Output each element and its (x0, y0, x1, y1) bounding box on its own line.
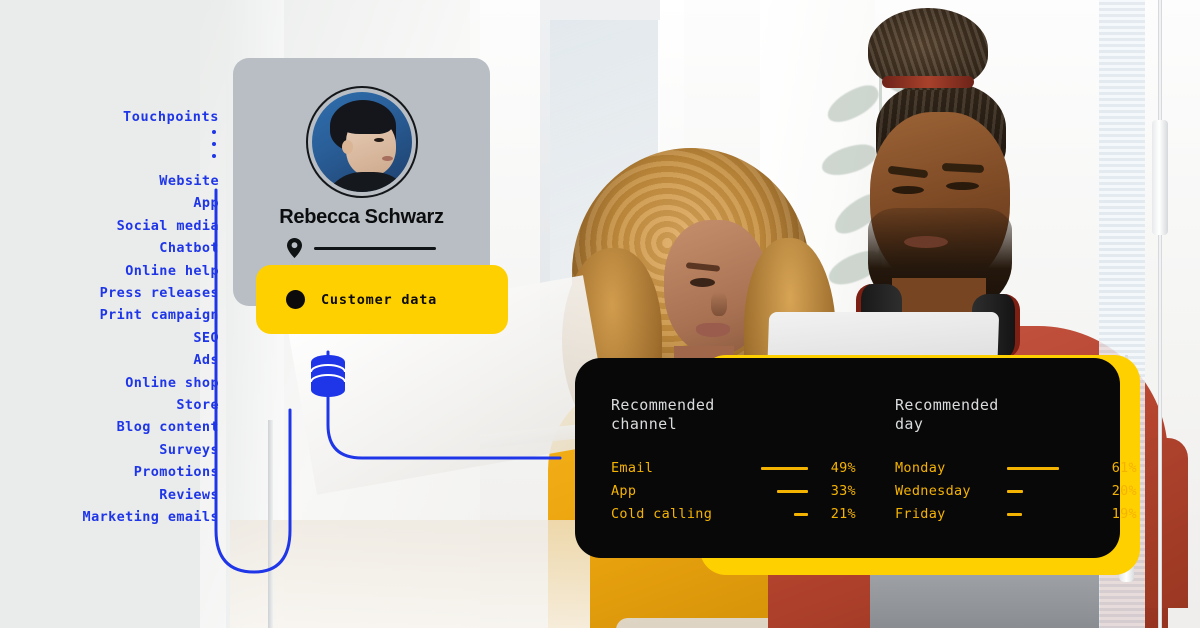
filled-circle-icon (286, 290, 305, 309)
screenshot-canvas: Touchpoints Website App Social media Cha… (0, 0, 1200, 628)
recommended-channel-heading: Recommended channel (611, 396, 715, 433)
touchpoint-item[interactable]: Press releases (0, 282, 222, 304)
recommended-day-column: Recommended day Monday 61% Wednesday 20%… (856, 396, 1137, 522)
ellipsis-dot (212, 142, 216, 146)
touchpoint-item[interactable]: Website (0, 170, 222, 192)
day-value: 20% (1111, 483, 1137, 499)
avatar-ring (305, 86, 418, 198)
channel-bar (794, 512, 808, 516)
day-label: Friday (895, 506, 946, 522)
customer-location-redacted (314, 246, 436, 250)
touchpoint-item[interactable]: Blog content (0, 416, 222, 438)
recommended-channel-rows: Email 49% App 33% Cold calling 21% (611, 460, 856, 522)
map-pin-icon (287, 238, 302, 258)
channel-bar-track (736, 466, 808, 470)
customer-location-row (233, 238, 490, 258)
channel-label: Email (611, 460, 654, 476)
day-bar-track (1007, 489, 1089, 493)
day-bar (1007, 512, 1022, 516)
channel-bar-track (736, 512, 808, 516)
avatar (311, 92, 412, 192)
touchpoint-item[interactable]: Store (0, 394, 222, 416)
ellipsis-dot (212, 154, 216, 158)
touchpoints-panel: Touchpoints Website App Social media Cha… (0, 108, 222, 529)
connector-db-to-panel-path (326, 350, 562, 460)
customer-data-pill[interactable]: Customer data (256, 265, 508, 334)
day-row: Monday 61% (895, 460, 1137, 476)
touchpoint-item[interactable]: Marketing emails (0, 506, 222, 528)
day-label: Monday (895, 460, 946, 476)
day-bar (1007, 466, 1059, 470)
touchpoints-ellipsis (0, 130, 222, 158)
touchpoints-list: Website App Social media Chatbot Online … (0, 170, 222, 529)
channel-value: 21% (830, 506, 856, 522)
recommended-day-heading: Recommended day (895, 396, 999, 433)
touchpoint-item[interactable]: Print campaign (0, 304, 222, 326)
day-value: 61% (1111, 460, 1137, 476)
touchpoint-item[interactable]: Ads (0, 349, 222, 371)
recommended-day-rows: Monday 61% Wednesday 20% Friday 19% (895, 460, 1137, 522)
channel-bar-track (736, 489, 808, 493)
touchpoint-item[interactable]: Social media (0, 215, 222, 237)
day-label: Wednesday (895, 483, 971, 499)
day-bar-track (1007, 512, 1089, 516)
day-row: Wednesday 20% (895, 483, 1137, 499)
touchpoint-item[interactable]: App (0, 192, 222, 214)
touchpoint-item[interactable]: Online shop (0, 372, 222, 394)
day-value: 19% (1111, 506, 1137, 522)
channel-row: Cold calling 21% (611, 506, 856, 522)
touchpoints-title: Touchpoints (122, 109, 219, 125)
ellipsis-dot (212, 130, 216, 134)
touchpoint-item[interactable]: SEO (0, 327, 222, 349)
touchpoint-item[interactable]: Chatbot (0, 237, 222, 259)
channel-row: App 33% (611, 483, 856, 499)
channel-label: App (611, 483, 637, 499)
recommended-channel-column: Recommended channel Email 49% App 33% Co… (575, 396, 856, 522)
recommendations-panel: Recommended channel Email 49% App 33% Co… (575, 358, 1137, 558)
touchpoint-item[interactable]: Promotions (0, 461, 222, 483)
channel-bar (761, 466, 808, 470)
touchpoint-item[interactable]: Surveys (0, 439, 222, 461)
touchpoint-item[interactable]: Online help (0, 260, 222, 282)
day-bar-track (1007, 466, 1089, 470)
day-row: Friday 19% (895, 506, 1137, 522)
day-bar (1007, 489, 1023, 493)
channel-value: 49% (830, 460, 856, 476)
customer-data-label: Customer data (321, 291, 438, 308)
channel-label: Cold calling (611, 506, 713, 522)
channel-bar (777, 489, 808, 493)
database-icon[interactable] (308, 354, 348, 398)
customer-name: Rebecca Schwarz (279, 206, 444, 228)
touchpoint-item[interactable]: Reviews (0, 484, 222, 506)
channel-row: Email 49% (611, 460, 856, 476)
channel-value: 33% (830, 483, 856, 499)
